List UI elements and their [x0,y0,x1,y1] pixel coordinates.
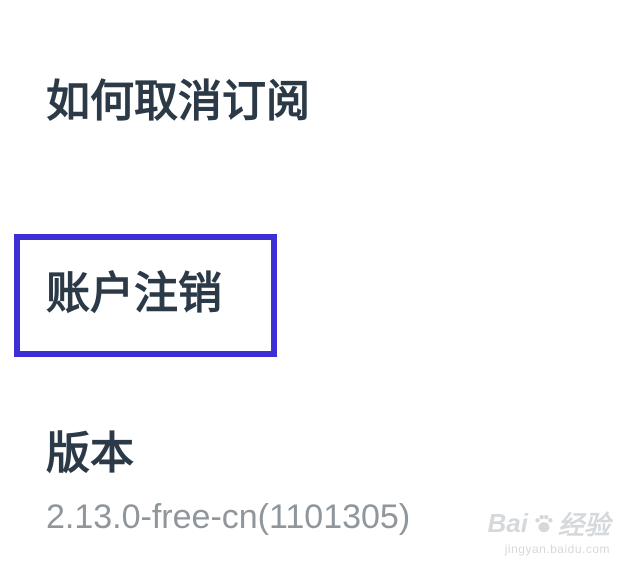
settings-item-how-to-unsubscribe[interactable]: 如何取消订阅 [46,80,310,124]
settings-item-account-deletion[interactable]: 账户注销 [46,272,222,316]
version-value: 2.13.0-free-cn(1101305) [46,498,411,536]
paw-icon [535,514,553,532]
watermark-logo: Bai 经验 [488,505,610,542]
watermark-brand: Bai [487,508,528,538]
settings-item-version: 版本 [46,428,134,479]
watermark-url: jingyan.baidu.com [504,542,610,556]
watermark-brand-suffix: 经验 [557,510,610,540]
baidu-watermark: Bai 经验 jingyan.baidu.com [488,505,610,556]
